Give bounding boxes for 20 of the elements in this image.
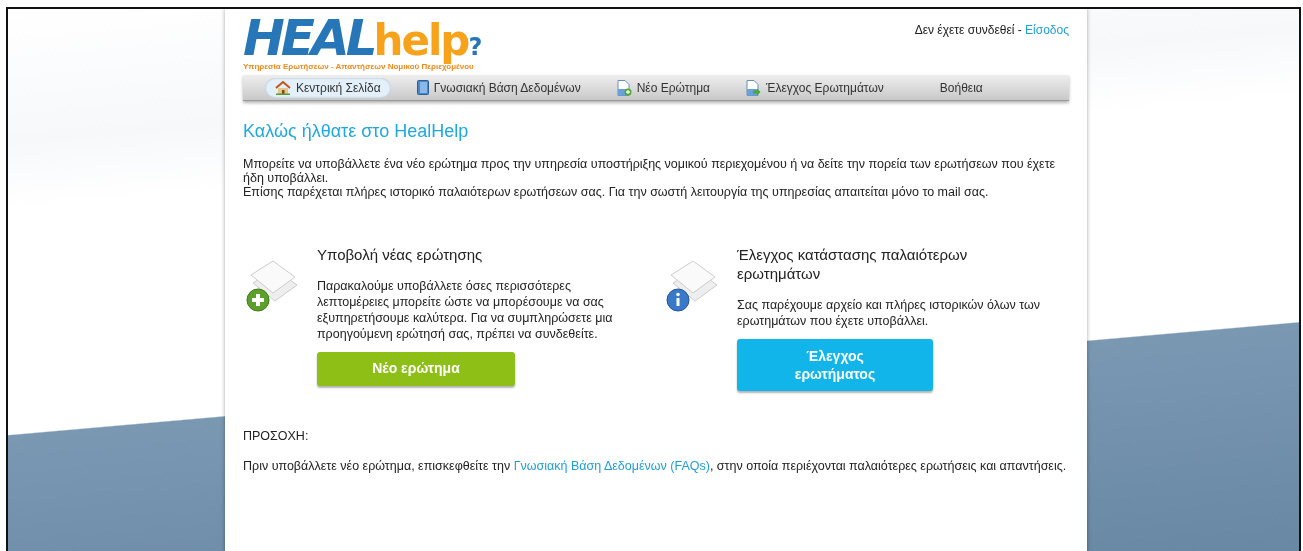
nav-tab[interactable]: Κεντρική Σελίδα (265, 77, 391, 98)
nav-tab[interactable]: Νέο Ερώτημα (606, 77, 721, 98)
logo[interactable]: HEALhelp? Υπηρεσία Ερωτήσεων - Απαντήσεων Νομικού Περιεχομένου (243, 13, 483, 71)
intro-text: Επίσης παρέχεται πλήρες ιστορικό παλαιότερων ερωτήσεων σας. Για την σωστή λειτουργία της υπηρεσίας απαιτείται μόνο το mail σας. (243, 184, 990, 199)
page-heading: Καλώς ήλθατε στο HealHelp (243, 121, 470, 143)
notice-title: ΠΡΟΣΟΧΗ: (243, 427, 310, 445)
section-text: Σας παρέχουμε αρχείο και πλήρες ιστορικών όλων των ερωτημάτων που έχετε υποβάλλει. (737, 296, 1042, 329)
document-plus-icon (616, 79, 632, 96)
section-title: Έλεγχος κατάστασης παλαιότερων ερωτημάτων (737, 244, 969, 283)
house-icon (275, 80, 291, 95)
notice-text: Πριν υποβάλλετε νέο ερώτημα, επισκεφθείτε την Γνωσιακή Βάση Δεδομένων (FAQs), στην οποία περιέχονται παλαιότερες ερωτήσεις και απαντήσεις. (243, 459, 1068, 475)
section-text: Παρακαλούμε υποβάλλετε όσες περισσότερες λεπτομέρειες μπορείτε ώστε να μπορέσουμε να σας εξυπηρετήσουμε καλύτερα. Για να συμπληρώσετε μια προηγούμενη ερώτησή σας, πρέπει να συνδεθείτε. (317, 277, 614, 342)
nav-tab[interactable]: Έλεγχος Ερωτημάτων (736, 77, 894, 98)
intro-text: Μπορείτε να υποβάλλετε ένα νέο ερώτημα προς την υπηρεσία υποστήριξης νομικού περιεχομένου ή να δείτε την πορεία των ερωτήσεων που έχετε ήδη υποβάλλει. (243, 156, 1057, 185)
login-status: Δεν έχετε συνδεθεί - (914, 23, 1022, 37)
document-arrow-icon (746, 79, 762, 96)
section-title: Υποβολή νέας ερώτησης (317, 244, 484, 264)
book-icon (416, 80, 429, 95)
nav-tab[interactable]: Γνωσιακή Βάση Δεδομένων (406, 77, 591, 98)
nav-tab[interactable]: Βοήθεια (929, 77, 993, 98)
